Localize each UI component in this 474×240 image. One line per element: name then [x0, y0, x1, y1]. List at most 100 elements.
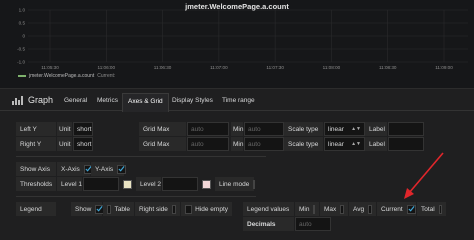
right-y-unit-select[interactable]: short	[73, 137, 93, 151]
right-y-scale-label: Scale type	[284, 137, 324, 151]
line-mode-checkbox[interactable]	[253, 179, 256, 189]
checkmark-icon	[118, 165, 125, 172]
tab-display-styles[interactable]: Display Styles	[172, 97, 213, 104]
y-tick-label: 0	[22, 34, 25, 39]
x-tick-label: 11:08:30	[379, 65, 397, 70]
editor-section-label: Graph	[28, 95, 54, 105]
tab-metrics[interactable]: Metrics	[97, 97, 118, 104]
legend-max-label: Max	[324, 205, 337, 213]
x-tick-label: 11:06:00	[98, 65, 116, 70]
legend-table-checkbox[interactable]	[107, 204, 112, 214]
legend-show-toggle[interactable]: Show	[71, 202, 105, 216]
left-y-unit-label: Unit	[57, 122, 73, 136]
tab-axes-grid[interactable]: Axes & Grid	[122, 93, 169, 112]
show-axis-row: Show Axis X-Axis Y-Axis	[16, 162, 127, 176]
legend-total-checkbox[interactable]	[438, 204, 442, 214]
right-y-scale-select[interactable]: linear ▲▼	[324, 137, 365, 151]
left-y-gridmax-input[interactable]: auto	[187, 122, 229, 136]
legend-current-label: Current:	[97, 73, 116, 79]
line-mode-toggle[interactable]: Line mode	[215, 177, 256, 191]
x-tick-label: 11:05:30	[41, 65, 59, 70]
legend-right-side-label: Right side	[139, 205, 168, 213]
chevron-down-icon: ▲▼	[351, 141, 361, 147]
divider	[16, 156, 266, 157]
legend-min-label: Min	[299, 205, 310, 213]
level2-label: Level 2	[136, 177, 162, 191]
legend-show-label: Show	[75, 205, 92, 213]
right-y-unit-label: Unit	[57, 137, 73, 151]
y-tick-label: -1.0	[17, 60, 25, 65]
left-y-label: Left Y	[16, 122, 57, 136]
legend-series-name[interactable]: jmeter.WelcomePage.a.count	[29, 73, 94, 79]
level1-label: Level 1	[57, 177, 83, 191]
tab-general[interactable]: General	[64, 97, 87, 104]
legend-min-checkbox[interactable]	[313, 204, 316, 214]
y-axis-checkbox[interactable]	[117, 164, 127, 174]
x-axis-toggle[interactable]: X-Axis	[57, 162, 93, 176]
checkmark-icon	[408, 205, 415, 212]
legend-table-toggle[interactable]: Table	[103, 202, 135, 216]
legend-hide-empty-label: Hide empty	[195, 205, 228, 213]
divider	[16, 196, 256, 197]
y-axis-label: Y-Axis	[95, 165, 114, 173]
legend-avg-checkbox[interactable]	[368, 204, 372, 214]
right-y-min-label: Min	[231, 137, 244, 151]
legend-max-checkbox[interactable]	[340, 204, 344, 214]
legend-hide-empty-checkbox[interactable]	[185, 204, 193, 214]
annotation-arrow-icon	[404, 152, 444, 199]
tab-time-range[interactable]: Time range	[222, 97, 255, 104]
level1-color-picker[interactable]	[123, 179, 132, 189]
legend-avg-toggle[interactable]: Avg	[349, 202, 377, 216]
y-tick-label: -0.5	[17, 47, 25, 52]
level2-color-picker[interactable]	[202, 179, 211, 189]
x-tick-label: 11:08:00	[323, 65, 341, 70]
left-y-min-input[interactable]: auto	[244, 122, 284, 136]
legend-max-toggle[interactable]: Max	[320, 202, 349, 216]
line-mode-label: Line mode	[219, 180, 250, 188]
editor-section-title: Graph	[12, 95, 53, 105]
legend-current-checkbox[interactable]	[406, 204, 416, 214]
graph-legend[interactable]: jmeter.WelcomePage.a.count Current:	[18, 73, 115, 79]
legend-values-label: Legend values	[243, 202, 295, 216]
legend-avg-label: Avg	[353, 205, 365, 213]
left-y-unit-select[interactable]: short	[73, 122, 93, 136]
bar-chart-icon	[12, 95, 23, 105]
thresholds-label: Thresholds	[16, 177, 57, 191]
left-y-scale-select[interactable]: linear ▲▼	[324, 122, 365, 136]
x-tick-label: 11:07:30	[266, 65, 284, 70]
right-y-gridmax-label: Grid Max	[139, 137, 187, 151]
y-tick-label: 0.5	[19, 21, 26, 26]
panel-title[interactable]: jmeter.WelcomePage.a.count	[0, 2, 474, 11]
decimals-label: Decimals	[243, 217, 295, 231]
legend-row: Legend Show Table Right side Hide empty	[16, 202, 233, 216]
thresholds-row: Thresholds Level 1 Level 2 Line mode	[16, 177, 256, 191]
y-axis-toggle[interactable]: Y-Axis	[91, 162, 127, 176]
left-y-gridmax-label: Grid Max	[139, 122, 187, 136]
legend-current-label: Current	[381, 205, 403, 213]
right-y-axis-label-label: Label	[365, 137, 388, 151]
legend-table-label: Table	[114, 205, 130, 213]
left-y-axis-label-input[interactable]	[388, 122, 424, 136]
chevron-down-icon: ▲▼	[351, 126, 361, 132]
legend-min-toggle[interactable]: Min	[295, 202, 320, 216]
x-tick-label: 11:07:00	[210, 65, 228, 70]
level2-input[interactable]	[162, 177, 198, 191]
level1-input[interactable]	[83, 177, 119, 191]
graph-preview: 1.0 0.5 0 -0.5 -1.0 11:05:30 11:06:00 11:06:30 1…	[0, 0, 474, 88]
x-tick-label: 11:09:00	[435, 65, 453, 70]
legend-total-label: Total	[421, 205, 435, 213]
left-y-row: Left Y Unit short Grid Max auto Min auto…	[16, 122, 424, 136]
right-y-gridmax-input[interactable]: auto	[187, 137, 229, 151]
right-y-min-input[interactable]: auto	[244, 137, 284, 151]
legend-series-swatch[interactable]	[18, 74, 26, 77]
legend-right-side-toggle[interactable]: Right side	[135, 202, 181, 216]
x-tick-label: 11:06:30	[154, 65, 172, 70]
editor-tab-bar: Graph General Metrics Axes & Grid Displa…	[0, 89, 474, 112]
right-y-row: Right Y Unit short Grid Max auto Min aut…	[16, 137, 424, 151]
left-y-scale-value: linear	[328, 125, 344, 133]
legend-hide-empty-toggle[interactable]: Hide empty	[181, 202, 233, 216]
legend-right-side-checkbox[interactable]	[171, 204, 176, 214]
decimals-input[interactable]: auto	[295, 217, 331, 231]
left-y-scale-label: Scale type	[284, 122, 324, 136]
show-axis-label: Show Axis	[16, 162, 57, 176]
